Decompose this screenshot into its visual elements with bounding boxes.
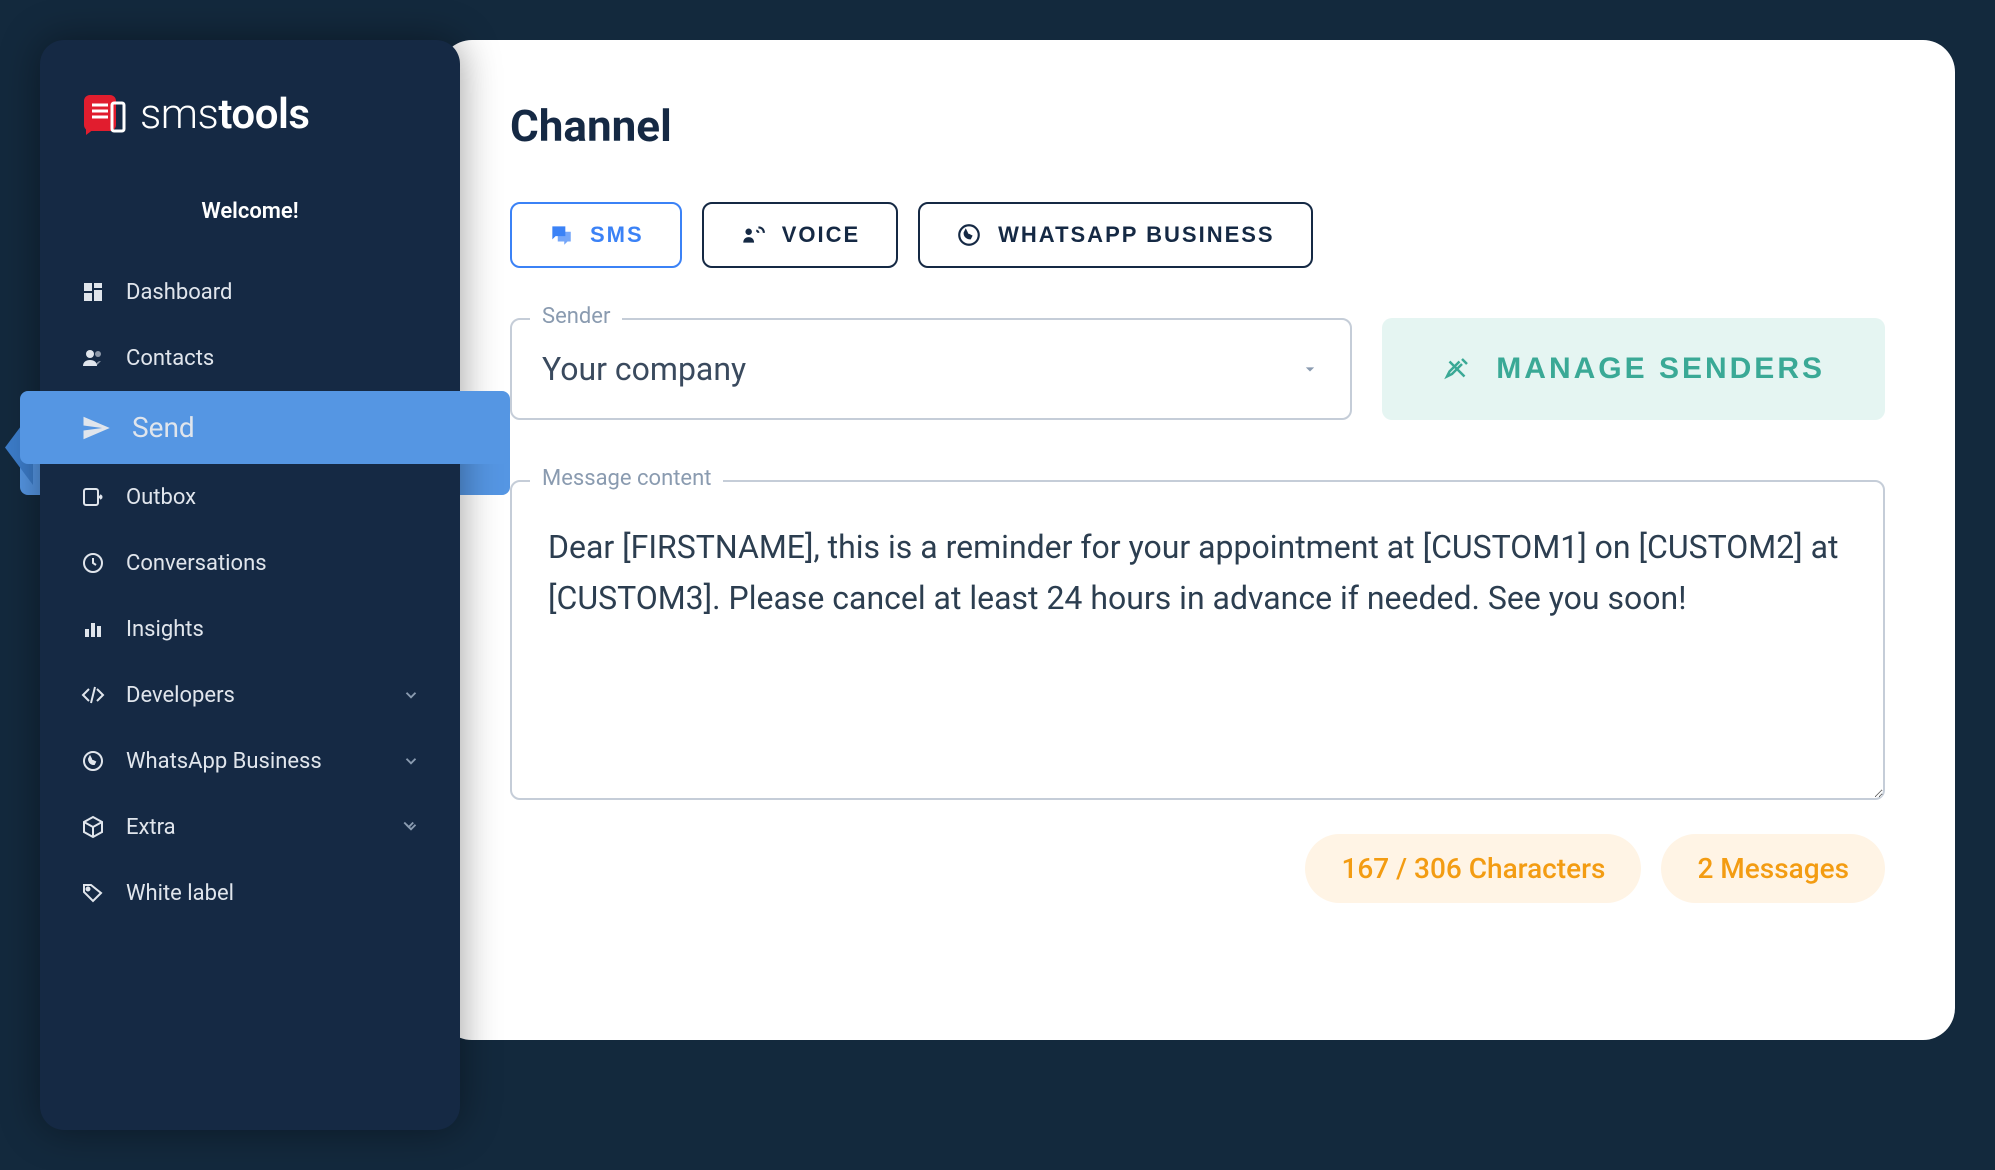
- channel-tabs: SMS VOICE WHATSAPP BUSINESS: [510, 202, 1885, 268]
- whatsapp-icon: [80, 748, 106, 774]
- tab-label: WHATSAPP BUSINESS: [998, 222, 1274, 248]
- sender-select[interactable]: Your company: [510, 318, 1352, 420]
- send-icon: [80, 412, 112, 444]
- outbox-icon: [80, 484, 106, 510]
- tag-icon: [80, 880, 106, 906]
- sidebar-item-extra[interactable]: Extra: [40, 794, 460, 860]
- tab-label: VOICE: [782, 222, 860, 248]
- code-icon: [80, 682, 106, 708]
- sidebar-item-label: Developers: [126, 683, 235, 708]
- sidebar-item-conversations[interactable]: Conversations: [40, 530, 460, 596]
- message-label: Message content: [530, 466, 723, 491]
- sidebar-item-send[interactable]: Send: [20, 391, 510, 464]
- chevron-down-icon: [402, 818, 420, 836]
- chat-icon: [548, 222, 574, 248]
- sidebar-item-label: Dashboard: [126, 280, 232, 305]
- sidebar-item-dashboard[interactable]: Dashboard: [40, 259, 460, 325]
- box-icon: [80, 814, 106, 840]
- sidebar-item-contacts[interactable]: Contacts: [40, 325, 460, 391]
- page-title: Channel: [510, 100, 1885, 152]
- whatsapp-icon: [956, 222, 982, 248]
- sidebar-item-label: Send: [132, 411, 195, 444]
- chevron-down-icon: [402, 752, 420, 770]
- sender-label: Sender: [530, 304, 622, 329]
- sidebar-item-label: Outbox: [126, 485, 196, 510]
- tab-sms[interactable]: SMS: [510, 202, 682, 268]
- message-stats: 167 / 306 Characters 2 Messages: [510, 834, 1885, 903]
- tools-icon: [1442, 354, 1472, 384]
- tab-label: SMS: [590, 222, 644, 248]
- logo: smstools: [40, 80, 460, 169]
- sidebar-item-whatsapp[interactable]: WhatsApp Business: [40, 728, 460, 794]
- manage-senders-button[interactable]: MANAGE SENDERS: [1382, 318, 1885, 420]
- sidebar-nav: Dashboard Contacts Send Outbox: [40, 259, 460, 926]
- history-icon: [80, 550, 106, 576]
- sidebar-item-developers[interactable]: Developers: [40, 662, 460, 728]
- sidebar-item-label: Insights: [126, 617, 204, 642]
- sidebar-item-label: Contacts: [126, 346, 214, 371]
- dashboard-icon: [80, 279, 106, 305]
- sidebar-item-label: White label: [126, 881, 234, 906]
- sender-value: Your company: [542, 350, 746, 388]
- character-count: 167 / 306 Characters: [1305, 834, 1641, 903]
- welcome-text: Welcome!: [40, 169, 460, 259]
- sidebar-item-outbox[interactable]: Outbox: [40, 464, 460, 530]
- message-field: Message content: [510, 480, 1885, 804]
- sidebar-item-label: Extra: [126, 815, 176, 840]
- sender-field: Sender Your company: [510, 318, 1352, 420]
- tab-whatsapp[interactable]: WHATSAPP BUSINESS: [918, 202, 1312, 268]
- chevron-down-icon: [402, 686, 420, 704]
- insights-icon: [80, 616, 106, 642]
- main-content: Channel SMS VOICE WHATSAPP BUSINESS: [440, 40, 1955, 1040]
- sidebar-item-insights[interactable]: Insights: [40, 596, 460, 662]
- sidebar-item-label: Conversations: [126, 551, 267, 576]
- sidebar-item-whitelabel[interactable]: White label: [40, 860, 460, 926]
- manage-senders-label: MANAGE SENDERS: [1496, 352, 1825, 386]
- contacts-icon: [80, 345, 106, 371]
- logo-icon: [80, 91, 128, 139]
- sidebar: smstools Welcome! Dashboard Contacts: [40, 40, 460, 1130]
- tab-voice[interactable]: VOICE: [702, 202, 898, 268]
- logo-text: smstools: [140, 90, 309, 139]
- message-count: 2 Messages: [1661, 834, 1885, 903]
- sidebar-item-label: WhatsApp Business: [126, 749, 322, 774]
- voice-icon: [740, 222, 766, 248]
- dropdown-icon: [1300, 359, 1320, 379]
- message-textarea[interactable]: [510, 480, 1885, 800]
